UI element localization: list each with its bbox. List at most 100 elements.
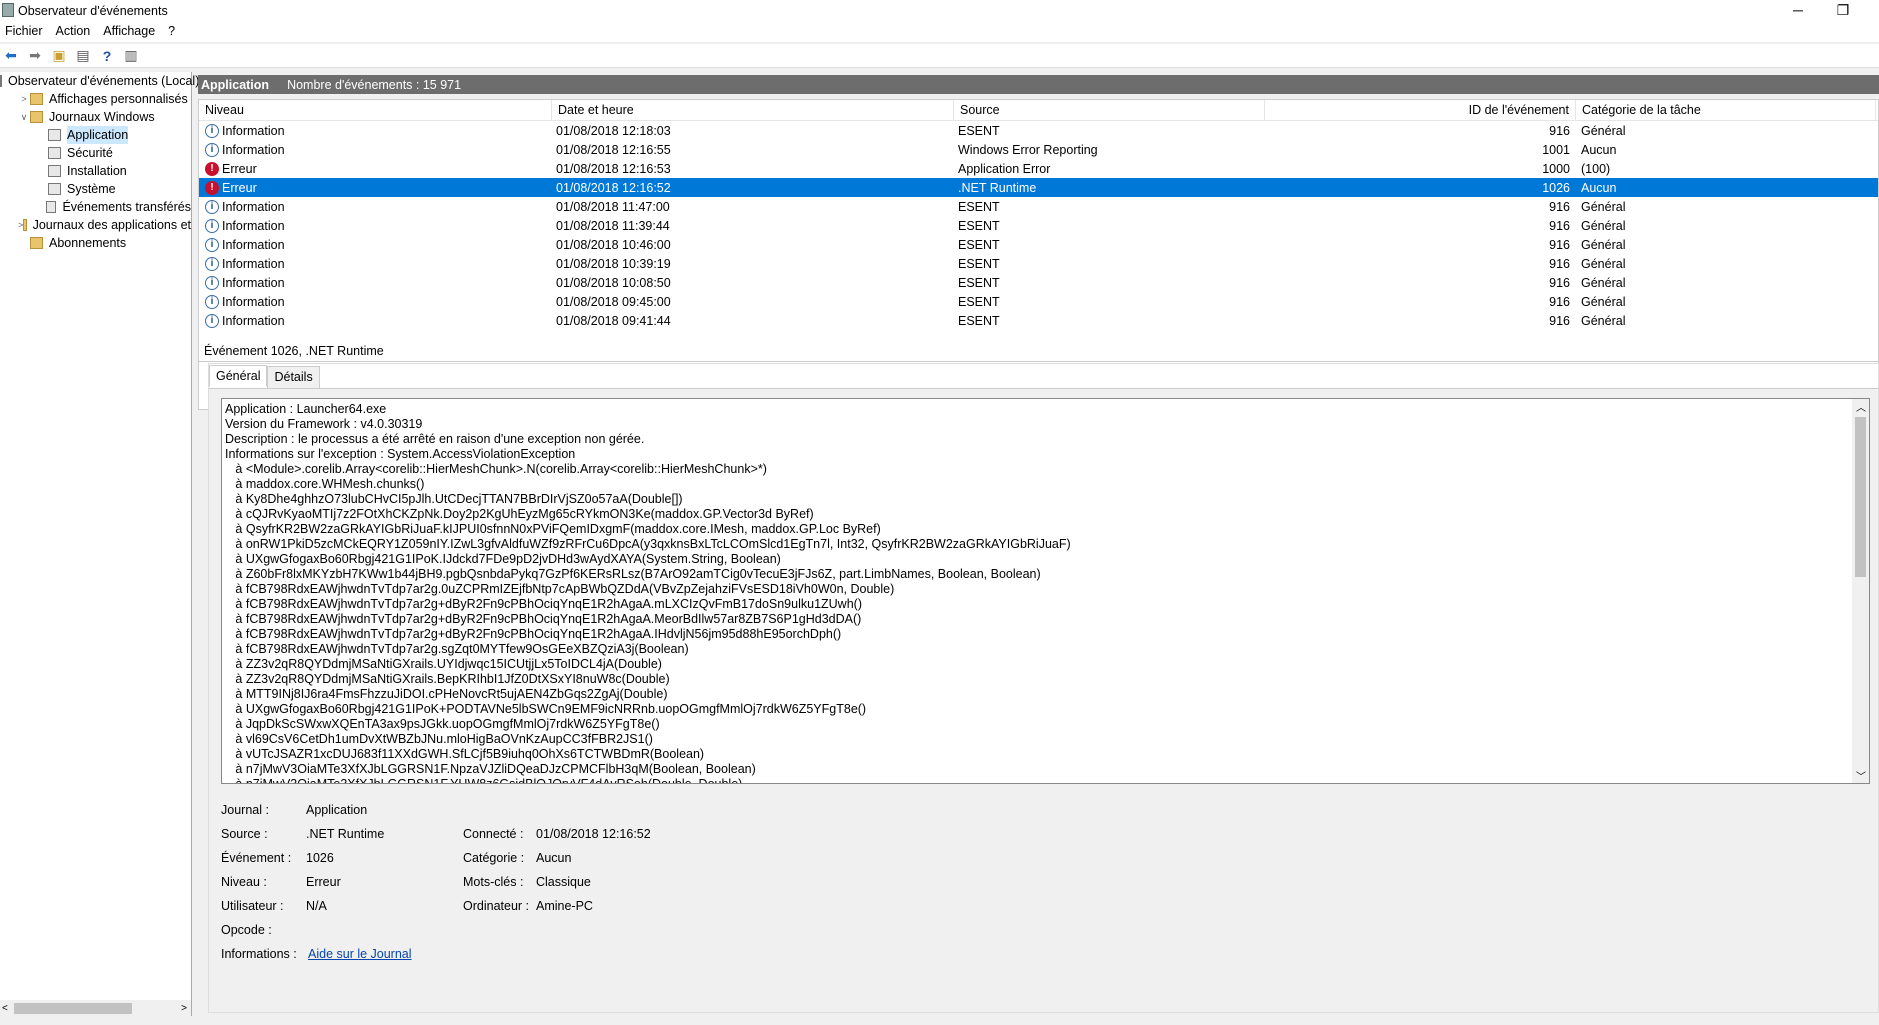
table-row[interactable]: i Information 01/08/2018 10:08:50 ESENT 9… <box>199 273 1878 292</box>
table-row[interactable]: i Information 01/08/2018 11:47:00 ESENT 9… <box>199 197 1878 216</box>
main-pane: Application Nombre d'événements : 15 971… <box>198 75 1879 1016</box>
source: ESENT <box>958 294 1000 309</box>
tree-item-label: Journaux des applications et <box>32 218 191 232</box>
tree-item-label: Journaux Windows <box>49 110 155 124</box>
table-row[interactable]: i Information 01/08/2018 10:39:19 ESENT 9… <box>199 254 1878 273</box>
ordinateur-label: Ordinateur : <box>463 899 530 913</box>
connecte-label: Connecté : <box>463 827 524 841</box>
table-header: Niveau Date et heure Source ID de l'évén… <box>199 100 1878 121</box>
message-line: à fCB798RdxEAWjhwdnTvTdp7ar2g.0uZCPRmIZE… <box>225 582 895 596</box>
message-line: à UXgwGfogaxBo60Rbgj421G1IPoK+PODTAVNe5l… <box>225 702 867 716</box>
restore-button[interactable]: ❐ <box>1820 0 1866 22</box>
back-arrow-icon[interactable]: ⬅ <box>2 47 20 65</box>
table-row[interactable]: i Information 01/08/2018 12:18:03 ESENT 9… <box>199 121 1878 140</box>
tree-item[interactable]: ∨ Journaux Windows <box>0 108 191 126</box>
event-id: 916 <box>1549 123 1570 138</box>
level: Information <box>222 199 285 214</box>
table-row[interactable]: i Information 01/08/2018 12:16:55 Windows… <box>199 140 1878 159</box>
folder-icon <box>30 237 43 249</box>
expand-icon[interactable]: > <box>18 90 30 108</box>
table-row[interactable]: i Information 01/08/2018 10:46:00 ESENT 9… <box>199 235 1878 254</box>
tree-item[interactable]: Application <box>0 126 191 144</box>
motscles-value: Classique <box>536 875 591 889</box>
minimize-button[interactable]: ─ <box>1775 0 1821 22</box>
table-row[interactable]: i Information 01/08/2018 11:39:44 ESENT 9… <box>199 216 1878 235</box>
action-pane-icon[interactable]: ▥ <box>122 47 140 65</box>
date: 01/08/2018 12:16:52 <box>556 180 671 195</box>
level: Information <box>222 313 285 328</box>
event-id: 916 <box>1549 237 1570 252</box>
message-line: à MTT9INj8IJ6ra4FmsFhzzuJiDOI.cPHeNovcRt… <box>225 687 668 701</box>
tab-details[interactable]: Détails <box>267 366 320 388</box>
menu-help[interactable]: ? <box>163 22 183 42</box>
menu-action[interactable]: Action <box>51 22 99 42</box>
level: Erreur <box>222 161 257 176</box>
table-row[interactable]: i Information 01/08/2018 09:41:44 ESENT 9… <box>199 311 1878 330</box>
message-vertical-scrollbar[interactable]: ︿ ﹀ <box>1852 399 1869 783</box>
tree-item[interactable]: Système <box>0 180 191 198</box>
information-icon: i <box>205 294 219 309</box>
tree-item[interactable]: Événements transférés <box>0 198 191 216</box>
event-message-box[interactable]: Application : Launcher64.exe Version du F… <box>221 398 1870 784</box>
tree-item-label: Sécurité <box>67 146 113 160</box>
connecte-value: 01/08/2018 12:16:52 <box>536 827 651 841</box>
niveau-label: Niveau : <box>221 875 267 889</box>
tree-item[interactable]: Installation <box>0 162 191 180</box>
niveau-value: Erreur <box>306 875 341 889</box>
source: ESENT <box>958 313 1000 328</box>
log-help-link[interactable]: Aide sur le Journal <box>308 947 412 961</box>
date: 01/08/2018 12:18:03 <box>556 123 671 138</box>
table-row[interactable]: i Information 01/08/2018 09:45:00 ESENT 9… <box>199 292 1878 311</box>
category: Général <box>1581 123 1626 138</box>
event-id: 916 <box>1549 313 1570 328</box>
source-label: Source : <box>221 827 268 841</box>
utilisateur-label: Utilisateur : <box>221 899 284 913</box>
tree-item[interactable]: > Affichages personnalisés <box>0 90 191 108</box>
tree-item[interactable]: Abonnements <box>0 234 191 252</box>
expand-icon[interactable]: ∨ <box>18 108 30 126</box>
folder-icon <box>30 93 43 105</box>
show-hide-tree-icon[interactable]: ▤ <box>74 47 92 65</box>
source: ESENT <box>958 237 1000 252</box>
utilisateur-value: N/A <box>306 899 327 913</box>
event-detail-title: Événement 1026, .NET Runtime <box>198 340 1879 362</box>
message-line: à ZZ3v2qR8QYDdmjMSaNtiGXrails.BepKRIhbI1… <box>225 672 670 686</box>
column-source[interactable]: Source <box>954 100 1265 120</box>
log-icon <box>45 201 57 213</box>
event-count: Nombre d'événements : 15 971 <box>287 77 462 92</box>
categorie-label: Catégorie : <box>463 851 525 865</box>
message-line: Informations sur l'exception : System.Ac… <box>225 447 576 461</box>
message-line: à Z60bFr8lxMKYzbH7KWw1b44jBH9.pgbQsnbdaP… <box>225 567 1041 581</box>
scroll-up-icon[interactable]: ︿ <box>1856 399 1866 414</box>
message-line: à n7jMwV3OiaMTe3XfXJbLGGRSN1F.NpzaVJZliD… <box>225 762 756 776</box>
tab-general[interactable]: Général <box>209 365 268 387</box>
level: Information <box>222 294 285 309</box>
event-id: 1000 <box>1542 161 1570 176</box>
menu-affichage[interactable]: Affichage <box>98 22 163 42</box>
column-category[interactable]: Catégorie de la tâche <box>1576 100 1876 120</box>
scroll-down-icon[interactable]: ﹀ <box>1856 768 1866 783</box>
source: ESENT <box>958 256 1000 271</box>
column-niveau[interactable]: Niveau <box>199 100 552 120</box>
message-line: à vUTcJSAZR1xcDUJ683f11XXdGWH.SfLCjf5B9i… <box>225 747 705 761</box>
error-icon: ! <box>205 180 219 195</box>
column-date[interactable]: Date et heure <box>552 100 954 120</box>
up-folder-icon[interactable]: ▣ <box>50 47 68 65</box>
categorie-value: Aucun <box>536 851 572 865</box>
message-line: à JqpDkScSWxwXQEnTA3ax9psJGkk.uopOGmgfMm… <box>225 717 660 731</box>
tree-horizontal-scrollbar[interactable]: < > <box>0 1000 191 1016</box>
column-event-id[interactable]: ID de l'événement <box>1265 100 1576 120</box>
help-icon[interactable]: ? <box>98 47 116 65</box>
table-row[interactable]: ! Erreur 01/08/2018 12:16:52 .NET Runtime… <box>199 178 1878 197</box>
log-icon <box>0 75 2 87</box>
title-bar: Observateur d'événements ─ ❐ <box>0 0 1879 22</box>
tree-item-label: Affichages personnalisés <box>49 92 188 106</box>
source: ESENT <box>958 218 1000 233</box>
category: Aucun <box>1581 142 1617 157</box>
tree-item[interactable]: Sécurité <box>0 144 191 162</box>
tree-item[interactable]: Observateur d'événements (Local) <box>0 72 199 90</box>
forward-arrow-icon[interactable]: ➡ <box>26 47 44 65</box>
tree-item[interactable]: > Journaux des applications et <box>0 216 191 234</box>
table-row[interactable]: ! Erreur 01/08/2018 12:16:53 Application … <box>199 159 1878 178</box>
menu-fichier[interactable]: Fichier <box>0 22 51 42</box>
